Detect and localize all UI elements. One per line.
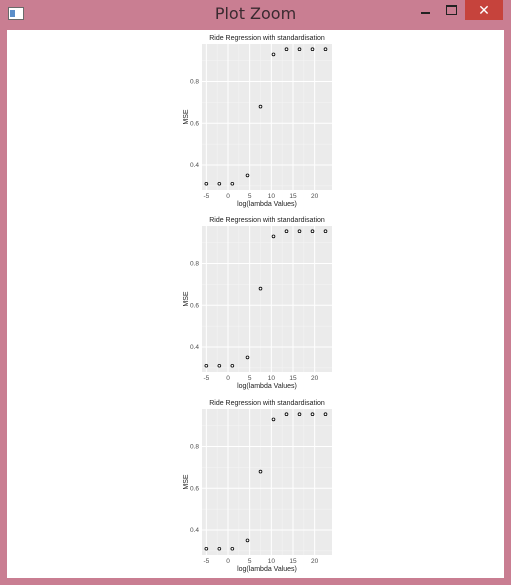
plot-panel <box>202 44 332 190</box>
data-point <box>204 546 209 551</box>
plot-content-area: Ride Regression with standardisation -5 0 5… <box>7 30 504 578</box>
x-tick-label: 5 <box>248 193 252 200</box>
x-tick-label: 15 <box>289 375 297 382</box>
data-point <box>271 234 276 239</box>
y-tick-label: 0.8 <box>190 79 199 86</box>
y-axis-label: MSE <box>183 109 190 125</box>
y-tick-label: 0.6 <box>190 120 199 127</box>
x-tick-label: 0 <box>226 193 230 200</box>
data-point <box>323 412 328 417</box>
x-tick-label: 5 <box>248 558 252 565</box>
x-axis-label: log(lambda Values) <box>237 566 297 573</box>
data-point <box>204 181 209 186</box>
data-point <box>310 47 315 52</box>
data-point <box>217 546 222 551</box>
y-tick-label: 0.8 <box>190 444 199 451</box>
chart-3: Ride Regression with standardisation -5 0 5… <box>183 400 332 573</box>
y-axis-label: MSE <box>183 474 190 490</box>
data-point <box>284 412 289 417</box>
x-tick-label: 15 <box>289 193 297 200</box>
minimize-icon <box>420 12 430 14</box>
data-point <box>310 229 315 234</box>
data-point <box>217 363 222 368</box>
x-tick-label: 15 <box>289 558 297 565</box>
data-point <box>284 229 289 234</box>
y-tick-label: 0.6 <box>190 485 199 492</box>
y-axis-label: MSE <box>183 291 190 307</box>
data-point <box>258 104 263 109</box>
x-tick-label: 10 <box>268 193 276 200</box>
data-point <box>230 181 235 186</box>
x-tick-label: 10 <box>268 558 276 565</box>
x-tick-label: 20 <box>311 193 319 200</box>
x-tick-label: 0 <box>226 375 230 382</box>
data-point <box>245 173 250 178</box>
plot-panel <box>202 409 332 555</box>
data-point <box>230 363 235 368</box>
close-icon: ✕ <box>478 1 490 18</box>
chart-title: Ride Regression with standardisation <box>209 400 325 407</box>
data-point <box>245 355 250 360</box>
close-button[interactable]: ✕ <box>465 0 503 20</box>
data-point <box>271 417 276 422</box>
data-point <box>230 546 235 551</box>
chart-1: Ride Regression with standardisation -5 0 5… <box>183 35 332 208</box>
chart-2: Ride Regression with standardisation -5 0 5… <box>183 217 332 390</box>
x-tick-label: 10 <box>268 375 276 382</box>
data-point <box>323 229 328 234</box>
plots-canvas: Ride Regression with standardisation -5 0 5… <box>183 35 332 573</box>
x-tick-label: 20 <box>311 375 319 382</box>
chart-title: Ride Regression with standardisation <box>209 35 325 42</box>
x-tick-label: 5 <box>248 375 252 382</box>
data-point <box>217 181 222 186</box>
y-tick-label: 0.4 <box>190 162 199 169</box>
x-axis-label: log(lambda Values) <box>237 383 297 390</box>
title-bar[interactable]: Plot Zoom ✕ <box>0 0 511 30</box>
plot-zoom-window: Plot Zoom ✕ Ride Regression with standar… <box>0 0 511 585</box>
x-tick-label: -5 <box>203 558 209 565</box>
y-tick-label: 0.8 <box>190 261 199 268</box>
data-point <box>297 229 302 234</box>
data-point <box>297 47 302 52</box>
data-point <box>204 363 209 368</box>
data-point <box>284 47 289 52</box>
data-point <box>323 47 328 52</box>
y-tick-label: 0.4 <box>190 527 199 534</box>
maximize-icon <box>445 5 457 15</box>
plot-panel <box>202 226 332 372</box>
chart-title: Ride Regression with standardisation <box>209 217 325 224</box>
x-tick-label: -5 <box>203 193 209 200</box>
data-point <box>271 52 276 57</box>
data-point <box>297 412 302 417</box>
data-point <box>258 469 263 474</box>
data-point <box>310 412 315 417</box>
y-tick-label: 0.4 <box>190 344 199 351</box>
minimize-button[interactable] <box>412 0 438 20</box>
x-tick-label: 0 <box>226 558 230 565</box>
maximize-button[interactable] <box>438 0 464 20</box>
data-point <box>258 286 263 291</box>
x-tick-label: -5 <box>203 375 209 382</box>
y-tick-label: 0.6 <box>190 302 199 309</box>
x-tick-label: 20 <box>311 558 319 565</box>
x-axis-label: log(lambda Values) <box>237 201 297 208</box>
data-point <box>245 538 250 543</box>
